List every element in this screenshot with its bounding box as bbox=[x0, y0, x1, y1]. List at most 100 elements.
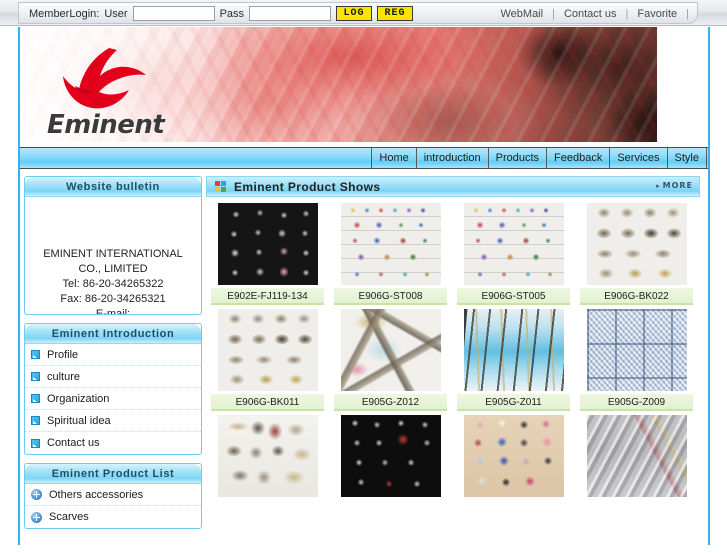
sidebar-item-label: Organization bbox=[47, 392, 110, 405]
top-login-bar-inner: MemberLogin: User Pass LOG REG WebMail |… bbox=[18, 2, 698, 24]
introduction-link-list: Profile culture Organization Spiritual i… bbox=[25, 344, 201, 454]
product-code: E906G-BK022 bbox=[580, 288, 693, 305]
product-grid-row: E906G-BK011 E905G-Z012 E905G-Z011 E905G-… bbox=[206, 309, 700, 411]
product-cell[interactable]: E905G-Z012 bbox=[329, 309, 452, 411]
product-thumbnail[interactable] bbox=[217, 203, 318, 285]
sidebar-item-label: Others accessories bbox=[49, 488, 144, 501]
product-thumbnail[interactable] bbox=[340, 415, 441, 497]
product-thumbnail[interactable] bbox=[217, 415, 318, 497]
product-thumbnail[interactable] bbox=[586, 309, 687, 391]
pass-label: Pass bbox=[219, 7, 245, 20]
bulletin-line: Tel: 86-20-34265322 bbox=[62, 278, 164, 290]
product-thumbnail[interactable] bbox=[217, 309, 318, 391]
sidebar-item-culture[interactable]: culture bbox=[25, 366, 201, 388]
bulletin-line: Fax: 86-20-34265321 bbox=[60, 293, 166, 305]
product-thumbnail[interactable] bbox=[340, 203, 441, 285]
plus-circle-icon bbox=[31, 489, 42, 500]
square-bullet-icon bbox=[31, 416, 40, 425]
product-cell[interactable] bbox=[206, 415, 329, 497]
product-code: E906G-BK011 bbox=[211, 394, 324, 411]
link-separator: | bbox=[686, 8, 689, 20]
square-bullet-icon bbox=[31, 372, 40, 381]
product-thumbnail[interactable] bbox=[463, 415, 564, 497]
product-cell[interactable]: E906G-ST005 bbox=[452, 203, 575, 305]
nav-item-services[interactable]: Services bbox=[610, 148, 668, 168]
product-cell[interactable]: E906G-ST008 bbox=[329, 203, 452, 305]
sidebar-item-organization[interactable]: Organization bbox=[25, 388, 201, 410]
product-thumbnail[interactable] bbox=[463, 203, 564, 285]
sidebar-item-others-accessories[interactable]: Others accessories bbox=[25, 484, 201, 506]
sidebar-item-spiritual-idea[interactable]: Spiritual idea bbox=[25, 410, 201, 432]
product-thumbnail[interactable] bbox=[586, 203, 687, 285]
product-cell[interactable]: E905G-Z011 bbox=[452, 309, 575, 411]
contact-us-link[interactable]: Contact us bbox=[555, 8, 626, 20]
square-bullet-icon bbox=[31, 350, 40, 359]
nav-item-products[interactable]: Products bbox=[489, 148, 548, 168]
product-cell[interactable]: E906G-BK011 bbox=[206, 309, 329, 411]
main-panel: Eminent Product Shows ▸ MORE E902E-FJ119-… bbox=[206, 176, 700, 497]
eminent-product-list-title: Eminent Product List bbox=[25, 464, 201, 484]
product-cell[interactable] bbox=[575, 415, 698, 497]
password-input[interactable] bbox=[249, 6, 332, 21]
banner-right-margin bbox=[657, 27, 691, 142]
product-thumbnail[interactable] bbox=[586, 415, 687, 497]
nav-item-feedback[interactable]: Feedback bbox=[547, 148, 611, 168]
sidebar-item-profile[interactable]: Profile bbox=[25, 344, 201, 366]
product-thumbnail[interactable] bbox=[463, 309, 564, 391]
product-code: E906G-ST008 bbox=[334, 288, 447, 305]
bulletin-line: CO., LIMITED bbox=[78, 263, 148, 275]
product-code: E906G-ST005 bbox=[457, 288, 570, 305]
top-login-bar: MemberLogin: User Pass LOG REG WebMail |… bbox=[0, 0, 727, 26]
eminent-wordmark: Eminent bbox=[47, 110, 165, 140]
webmail-link[interactable]: WebMail bbox=[491, 8, 552, 20]
product-grid-row bbox=[206, 415, 700, 497]
bulletin-line: E-mail: bbox=[95, 308, 131, 314]
product-cell[interactable]: E905G-Z009 bbox=[575, 309, 698, 411]
register-button[interactable]: REG bbox=[377, 6, 414, 21]
main-navigation-bar: Home introduction Products Feedback Serv… bbox=[18, 147, 710, 169]
website-bulletin-title: Website bulletin bbox=[25, 177, 201, 197]
nav-item-introduction[interactable]: introduction bbox=[417, 148, 489, 168]
product-list-links: Others accessories Scarves bbox=[25, 484, 201, 528]
product-shows-header: Eminent Product Shows ▸ MORE bbox=[206, 176, 700, 197]
sidebar: Website bulletin EMINENT INTERNATIONAL C… bbox=[24, 176, 202, 537]
member-login-area: MemberLogin: User Pass LOG REG bbox=[29, 6, 414, 21]
product-thumbnail[interactable] bbox=[340, 309, 441, 391]
website-bulletin-body: EMINENT INTERNATIONAL CO., LIMITED Tel: … bbox=[25, 197, 201, 314]
product-grid-row: E902E-FJ119-134 E906G-ST008 E906G-ST005 … bbox=[206, 203, 700, 305]
product-cell[interactable] bbox=[329, 415, 452, 497]
site-banner: Eminent bbox=[18, 27, 691, 142]
product-cell[interactable] bbox=[452, 415, 575, 497]
product-cell[interactable]: E906G-BK022 bbox=[575, 203, 698, 305]
nav-items: Home introduction Products Feedback Serv… bbox=[371, 148, 707, 168]
sidebar-item-scarves[interactable]: Scarves bbox=[25, 506, 201, 528]
nav-item-style[interactable]: Style bbox=[668, 148, 707, 168]
login-button[interactable]: LOG bbox=[336, 6, 373, 21]
top-utility-links: WebMail | Contact us | Favorite | bbox=[491, 8, 689, 20]
square-bullet-icon bbox=[31, 438, 40, 448]
sidebar-item-label: Spiritual idea bbox=[47, 414, 111, 427]
member-login-label: MemberLogin: bbox=[29, 7, 100, 20]
product-grid: E902E-FJ119-134 E906G-ST008 E906G-ST005 … bbox=[206, 203, 700, 553]
eminent-introduction-panel: Eminent Introduction Profile culture Org… bbox=[24, 323, 202, 455]
user-input[interactable] bbox=[132, 6, 215, 21]
chevron-right-icon: ▸ bbox=[656, 182, 661, 190]
website-bulletin-panel: Website bulletin EMINENT INTERNATIONAL C… bbox=[24, 176, 202, 315]
sidebar-item-label: Profile bbox=[47, 348, 79, 361]
product-cell[interactable]: E902E-FJ119-134 bbox=[206, 203, 329, 305]
product-code: E905G-Z012 bbox=[334, 394, 447, 411]
sidebar-item-contact-us[interactable]: Contact us bbox=[25, 432, 201, 454]
more-label: MORE bbox=[662, 181, 693, 190]
user-label: User bbox=[104, 7, 128, 20]
nav-item-home[interactable]: Home bbox=[371, 148, 417, 168]
more-link[interactable]: ▸ MORE bbox=[656, 181, 693, 190]
favorite-link[interactable]: Favorite bbox=[628, 8, 686, 20]
square-bullet-icon bbox=[31, 394, 40, 403]
bulletin-line: EMINENT INTERNATIONAL bbox=[43, 248, 183, 260]
plus-circle-icon bbox=[31, 511, 42, 523]
sidebar-item-label: Contact us bbox=[47, 437, 100, 449]
product-code: E905G-Z009 bbox=[580, 394, 693, 411]
page-content: Website bulletin EMINENT INTERNATIONAL C… bbox=[20, 172, 708, 545]
eminent-logo-icon bbox=[63, 48, 146, 109]
sidebar-item-label: culture bbox=[47, 370, 81, 383]
